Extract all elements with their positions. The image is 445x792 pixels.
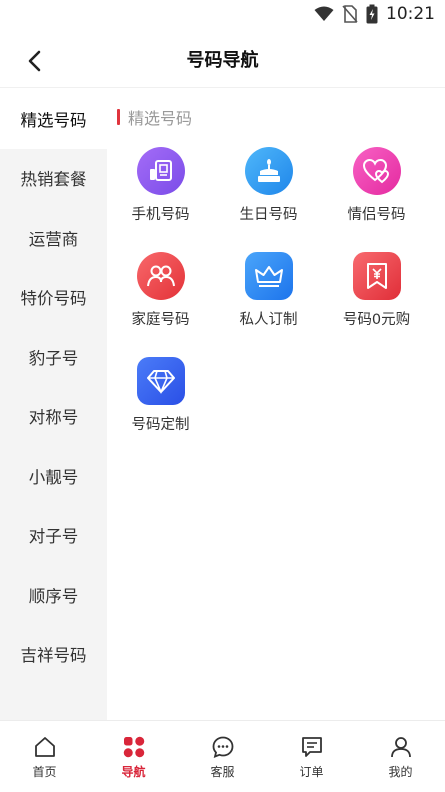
grid-item-phone-number[interactable]: 手机号码 bbox=[107, 145, 214, 250]
category-sidebar: 精选号码 热销套餐 运营商 特价号码 豹子号 对称号 小靓号 对子号 顺序号 吉… bbox=[0, 89, 107, 720]
no-sim-icon bbox=[342, 5, 358, 23]
order-icon bbox=[301, 737, 322, 757]
grid-item-birthday-number[interactable]: 生日号码 bbox=[215, 145, 322, 250]
sidebar-item-auspicious[interactable]: 吉祥号码 bbox=[0, 625, 107, 685]
grid-item-couple-number[interactable]: 情侣号码 bbox=[323, 145, 430, 250]
home-icon bbox=[34, 737, 55, 757]
tab-label: 首页 bbox=[32, 765, 57, 779]
family-icon bbox=[136, 252, 185, 300]
grid-item-label: 家庭号码 bbox=[131, 312, 190, 328]
page-title: 号码导航 bbox=[186, 50, 259, 71]
sidebar-item-carrier[interactable]: 运营商 bbox=[0, 208, 107, 268]
status-time: 10:21 bbox=[386, 4, 435, 24]
grid-item-label: 手机号码 bbox=[131, 207, 190, 223]
sidebar-item-hot-packages[interactable]: 热销套餐 bbox=[0, 149, 107, 209]
tab-label: 我的 bbox=[388, 765, 413, 779]
tab-navigation[interactable]: 导航 bbox=[89, 721, 178, 792]
sidebar-item-symmetric[interactable]: 对称号 bbox=[0, 387, 107, 447]
section-accent-bar bbox=[117, 109, 120, 125]
sidebar-item-lucky-small[interactable]: 小靓号 bbox=[0, 446, 107, 506]
diamond-icon bbox=[136, 357, 185, 405]
bottom-tab-bar: 首页 导航 客服 订单 我的 bbox=[0, 720, 445, 792]
phone-number-icon bbox=[136, 147, 185, 195]
grid-item-label: 私人订制 bbox=[239, 312, 298, 328]
section-header: 精选号码 bbox=[117, 105, 192, 129]
hearts-icon bbox=[352, 147, 401, 195]
grid-item-label: 号码0元购 bbox=[342, 312, 411, 328]
tab-label: 导航 bbox=[121, 765, 146, 779]
grid-item-number-custom[interactable]: 号码定制 bbox=[107, 355, 214, 460]
sidebar-item-featured[interactable]: 精选号码 bbox=[0, 89, 107, 149]
battery-icon bbox=[366, 4, 378, 24]
grid-item-private-custom[interactable]: 私人订制 bbox=[215, 250, 322, 355]
yuan-ticket-icon bbox=[352, 252, 401, 300]
nav-grid-icon bbox=[123, 736, 144, 758]
category-grid: 手机号码 生日号码 情侣号码 家庭号码 私人订制 号码0元购 号码定制 bbox=[107, 145, 445, 460]
sidebar-item-pairs[interactable]: 对子号 bbox=[0, 506, 107, 566]
tab-home[interactable]: 首页 bbox=[0, 721, 89, 792]
sidebar-item-sequential[interactable]: 顺序号 bbox=[0, 565, 107, 625]
tab-label: 订单 bbox=[299, 765, 324, 779]
tab-label: 客服 bbox=[210, 765, 235, 779]
tab-profile[interactable]: 我的 bbox=[356, 721, 445, 792]
grid-item-free-number[interactable]: 号码0元购 bbox=[323, 250, 430, 355]
tab-orders[interactable]: 订单 bbox=[267, 721, 356, 792]
section-title: 精选号码 bbox=[128, 109, 193, 128]
main-content: 精选号码 手机号码 生日号码 情侣号码 家庭号码 私人订制 号码0元购 号码定制 bbox=[107, 89, 445, 720]
grid-item-label: 情侣号码 bbox=[347, 207, 406, 223]
birthday-cake-icon bbox=[244, 147, 293, 195]
tab-customer-service[interactable]: 客服 bbox=[178, 721, 267, 792]
status-bar: 10:21 bbox=[0, 0, 445, 32]
grid-item-family-number[interactable]: 家庭号码 bbox=[107, 250, 214, 355]
sidebar-item-triple[interactable]: 豹子号 bbox=[0, 327, 107, 387]
status-icons: 10:21 bbox=[314, 4, 435, 24]
header: 号码导航 bbox=[0, 32, 445, 88]
profile-icon bbox=[390, 737, 411, 758]
grid-item-label: 生日号码 bbox=[239, 207, 298, 223]
wifi-icon bbox=[314, 6, 334, 21]
crown-icon bbox=[244, 252, 293, 300]
sidebar-item-special-price[interactable]: 特价号码 bbox=[0, 268, 107, 328]
grid-item-label: 号码定制 bbox=[131, 417, 190, 433]
chat-icon bbox=[212, 736, 233, 758]
